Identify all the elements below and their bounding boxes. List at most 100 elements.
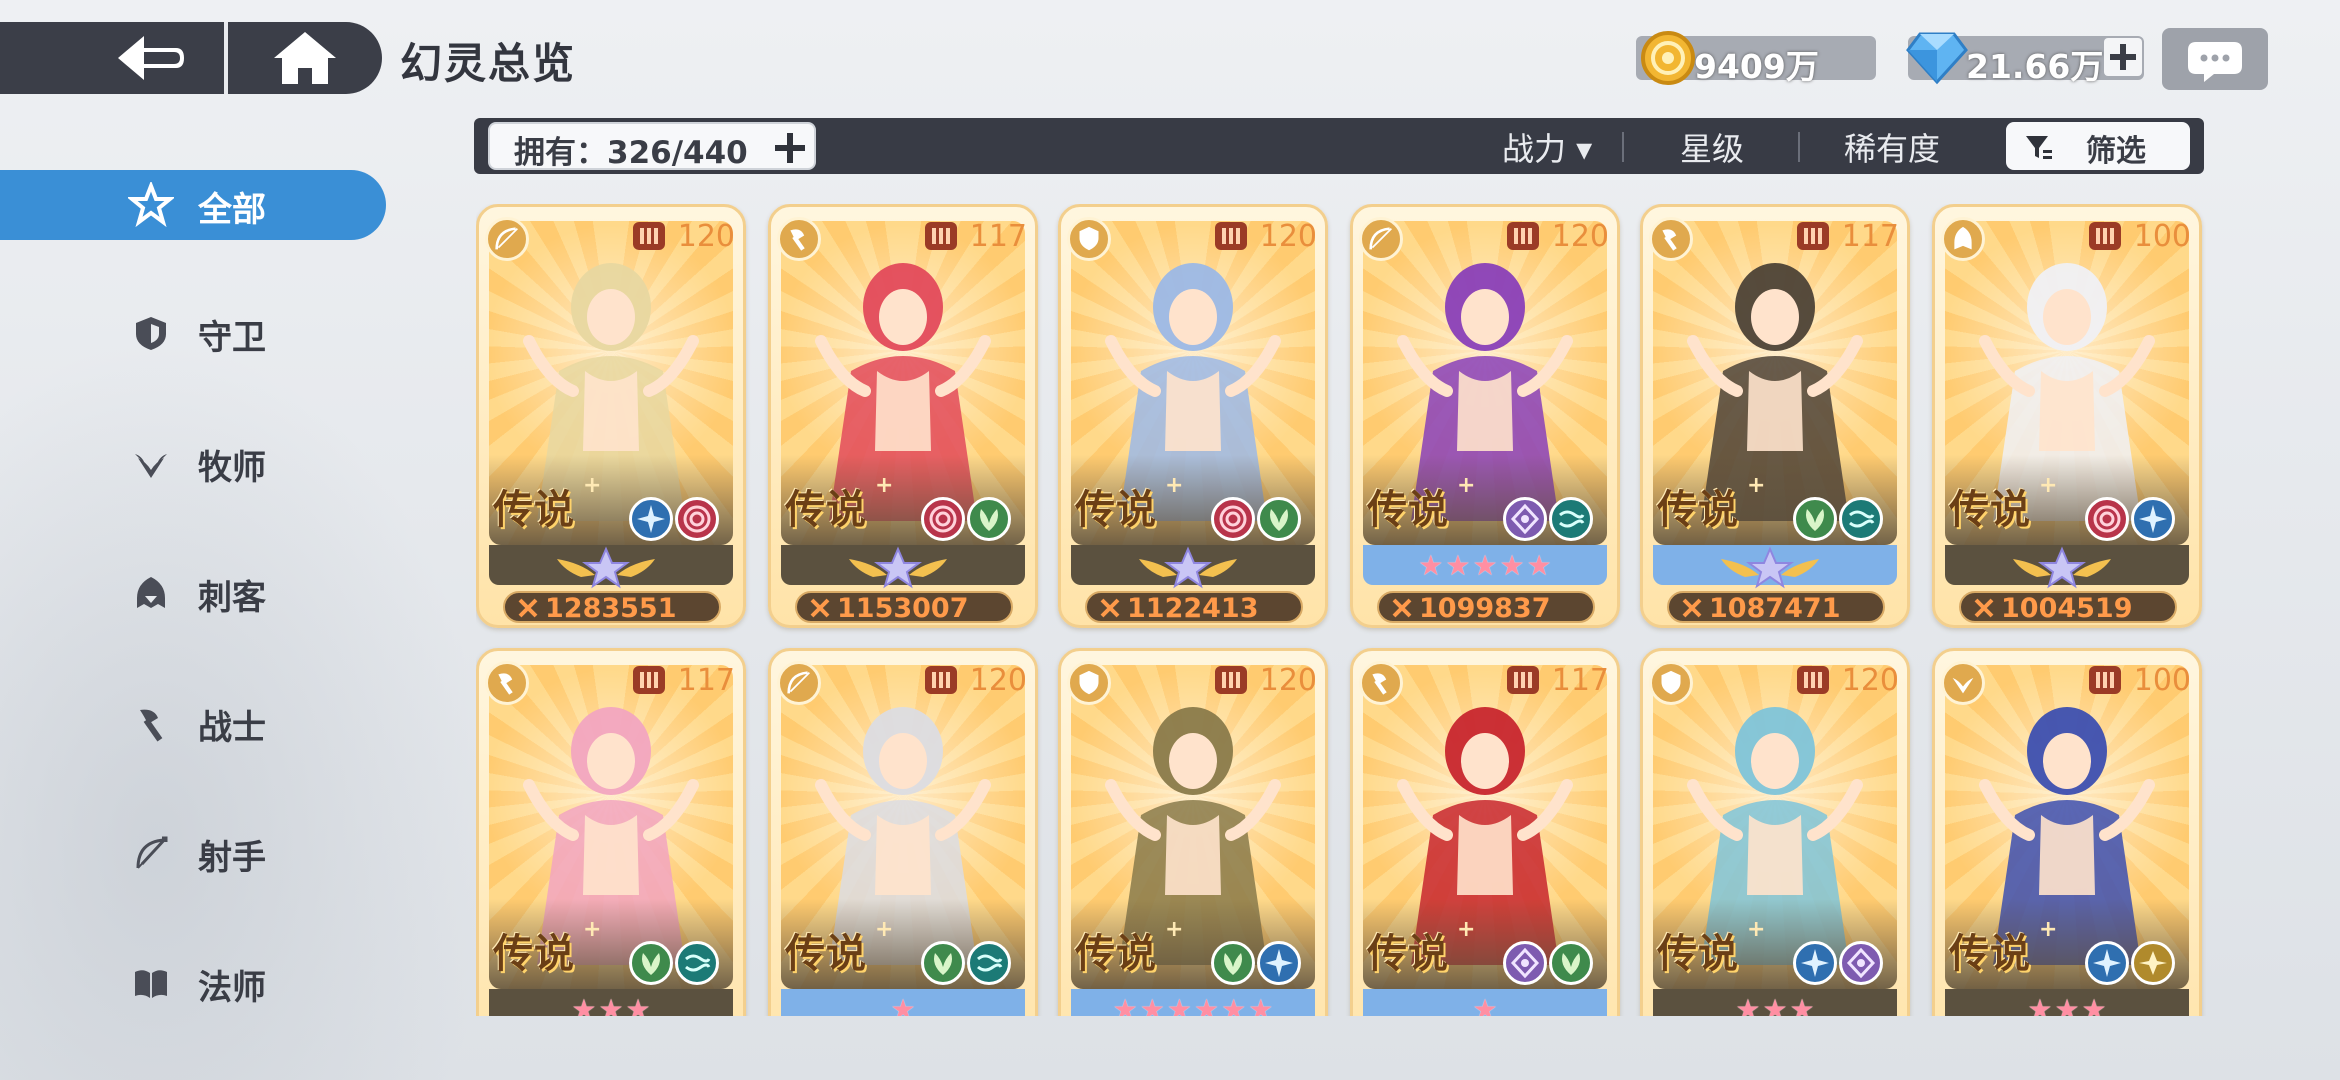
spirit-card[interactable]: 117 传说 + ★★★ xyxy=(476,648,746,1016)
spirit-card[interactable]: 120 传说 +1122413 xyxy=(1058,204,1328,628)
spirit-card[interactable]: 120 传说 + ★ xyxy=(768,648,1038,1016)
back-button[interactable] xyxy=(110,30,190,86)
leaf-element-icon xyxy=(1549,941,1593,985)
filter-label: 筛选 xyxy=(2086,134,2146,169)
wind-element-icon xyxy=(1549,497,1593,541)
star-icon: ★ xyxy=(1472,549,1498,582)
level-indicator: 120 xyxy=(1214,663,1317,698)
ice-element-icon xyxy=(2085,941,2129,985)
rarity-plus-mark: + xyxy=(583,917,602,942)
rarity-plus-mark: + xyxy=(1457,917,1476,942)
warrior-class-icon xyxy=(485,661,529,705)
sort-power-option[interactable]: 战力 ▾ xyxy=(1502,124,1592,170)
rarity-plus-mark: + xyxy=(2039,917,2058,942)
sort-rarity-option[interactable]: 稀有度 xyxy=(1844,124,1940,170)
sidebar-item-5[interactable]: 射手 xyxy=(0,818,386,888)
sidebar-item-2[interactable]: 牧师 xyxy=(0,428,386,498)
star-icon: ★ xyxy=(1735,993,1761,1016)
rarity-plus-mark: + xyxy=(2039,473,2058,498)
priest-class-icon xyxy=(1941,661,1985,705)
rarity-label: 传说 xyxy=(1075,931,1157,977)
priest-wing-icon xyxy=(135,454,167,478)
star-icon: ★ xyxy=(1789,993,1815,1016)
spirit-card-grid: 120 传说 +1283551 117 传说 +1153007 120 传说 +1122413 1… xyxy=(476,204,2206,1016)
level-value: 117 xyxy=(969,219,1027,254)
star-band: ★ xyxy=(1363,989,1607,1016)
spirit-card[interactable]: 117 传说 +1087471 xyxy=(1640,204,1910,628)
spirit-card[interactable]: 100 传说 +1004519 xyxy=(1932,204,2202,628)
void-element-icon xyxy=(1503,497,1547,541)
guard-class-icon xyxy=(1067,217,1111,261)
sidebar-item-label: 守卫 xyxy=(198,318,266,358)
sidebar-item-label: 全部 xyxy=(198,190,266,230)
bow-icon xyxy=(136,836,168,869)
level-indicator: 120 xyxy=(1506,219,1609,254)
page-title: 幻灵总览 xyxy=(400,39,577,88)
star-band: ★★★★★★ xyxy=(1071,989,1315,1016)
crossed-swords-icon xyxy=(518,598,538,618)
power-value: 1122413 xyxy=(1127,593,1259,624)
filter-button[interactable]: 筛选 xyxy=(2006,122,2190,170)
star-band: ★★★★★ xyxy=(1363,545,1607,585)
level-value: 120 xyxy=(1551,219,1609,254)
chat-button[interactable] xyxy=(2162,28,2268,90)
power-badge: 1122413 xyxy=(1085,591,1303,624)
sidebar-item-4[interactable]: 战士 xyxy=(0,688,386,758)
crossed-swords-icon xyxy=(1974,598,1994,618)
winged-star-emblem-icon xyxy=(1139,546,1237,589)
rarity-label: 传说 xyxy=(785,931,867,977)
level-value: 100 xyxy=(2133,663,2191,698)
rarity-label: 传说 xyxy=(1949,931,2031,977)
expand-slots-button[interactable] xyxy=(772,130,808,166)
spirit-card[interactable]: 117 传说 + ★ xyxy=(1350,648,1620,1016)
level-indicator: 100 xyxy=(2088,219,2191,254)
rarity-label: 传说 xyxy=(1367,931,1449,977)
spirit-card[interactable]: 117 传说 +1153007 xyxy=(768,204,1038,628)
level-value: 117 xyxy=(1841,219,1899,254)
guard-class-icon xyxy=(1649,661,1693,705)
level-indicator: 117 xyxy=(1796,219,1899,254)
star-icon: ★ xyxy=(598,993,624,1016)
spirit-card[interactable]: 120 传说 + ★★★★★ 1099837 xyxy=(1350,204,1620,628)
sidebar-item-0[interactable]: 全部 xyxy=(0,170,386,240)
level-indicator: 117 xyxy=(632,663,735,698)
sidebar-item-6[interactable]: 法师 xyxy=(0,948,386,1018)
star-icon: ★ xyxy=(890,993,916,1016)
star-icon: ★ xyxy=(1139,993,1165,1016)
spirit-card[interactable]: 120 传说 + ★★★★★★ xyxy=(1058,648,1328,1016)
star-icon: ★ xyxy=(1112,993,1138,1016)
level-bars-icon xyxy=(924,222,957,250)
level-value: 120 xyxy=(969,663,1027,698)
sidebar-item-1[interactable]: 守卫 xyxy=(0,298,386,368)
home-button[interactable] xyxy=(270,28,340,88)
ice-element-icon xyxy=(1257,941,1301,985)
crossed-swords-icon xyxy=(1100,598,1120,618)
all-star-icon xyxy=(128,182,174,228)
spirit-card[interactable]: 120 传说 + ★★★ xyxy=(1640,648,1910,1016)
star-icon: ★ xyxy=(625,993,651,1016)
add-gems-button[interactable] xyxy=(2104,38,2142,76)
sidebar-item-3[interactable]: 刺客 xyxy=(0,558,386,628)
warrior-class-icon xyxy=(1359,661,1403,705)
star-icon: ★ xyxy=(1166,993,1192,1016)
spirit-card[interactable]: 100 传说 + ★★★ xyxy=(1932,648,2202,1016)
void-element-icon xyxy=(1503,941,1547,985)
crossed-swords-icon xyxy=(810,598,830,618)
spirit-card[interactable]: 120 传说 +1283551 xyxy=(476,204,746,628)
sort-star-option[interactable]: 星级 xyxy=(1680,124,1744,170)
ice-element-icon xyxy=(1793,941,1837,985)
archer-class-icon xyxy=(485,217,529,261)
crossed-swords-icon xyxy=(1392,598,1412,618)
power-value: 1153007 xyxy=(837,593,969,624)
level-bars-icon xyxy=(1796,222,1829,250)
rarity-plus-mark: + xyxy=(1165,917,1184,942)
level-value: 117 xyxy=(1551,663,1609,698)
level-bars-icon xyxy=(1214,666,1247,694)
rarity-plus-mark: + xyxy=(875,917,894,942)
star-icon: ★ xyxy=(1526,549,1552,582)
owned-label: 拥有：326/440 xyxy=(514,135,748,171)
power-badge: 1283551 xyxy=(503,591,721,624)
level-bars-icon xyxy=(632,666,665,694)
winged-star-emblem-icon xyxy=(557,546,655,589)
sort-divider xyxy=(1622,132,1624,162)
